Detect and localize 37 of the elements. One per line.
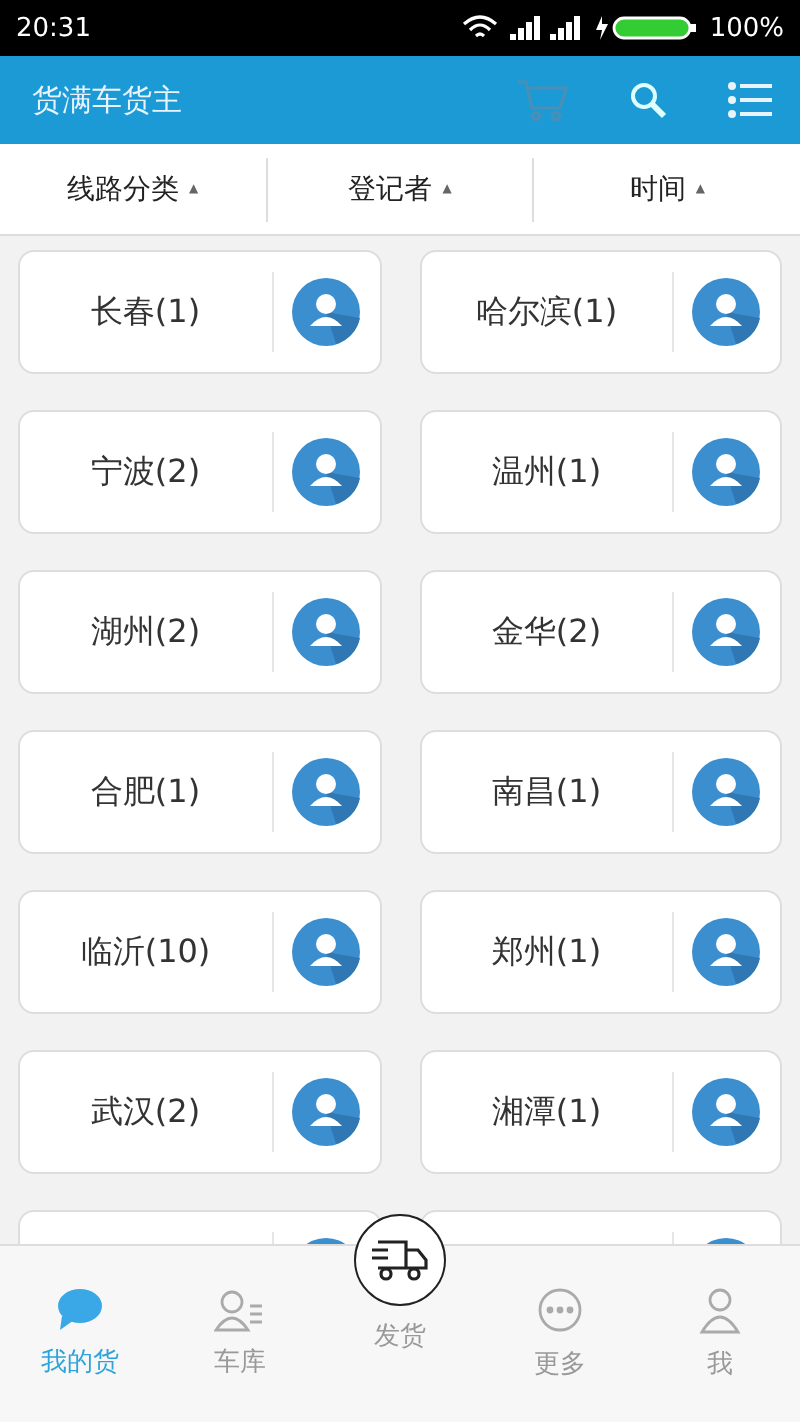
avatar-icon	[291, 1078, 359, 1146]
route-card[interactable]: 武汉(2)	[18, 1050, 381, 1174]
search-button[interactable]	[628, 80, 668, 120]
route-card[interactable]: 哈尔滨(1)	[419, 250, 782, 374]
route-card[interactable]: 金华(2)	[419, 570, 782, 694]
route-card[interactable]: 合肥(1)	[18, 730, 381, 854]
clock: 20:31	[16, 13, 91, 43]
cart-button[interactable]	[516, 78, 568, 122]
avatar-icon	[291, 438, 359, 506]
avatar-icon	[291, 918, 359, 986]
avatar-icon	[291, 598, 359, 666]
avatar-icon	[291, 758, 359, 826]
route-card[interactable]: 湖州(2)	[18, 570, 381, 694]
contacts-icon	[214, 1288, 266, 1332]
route-card[interactable]: 湘潭(1)	[419, 1050, 782, 1174]
avatar-icon	[291, 278, 359, 346]
battery-level: 100%	[709, 13, 784, 43]
avatar-icon	[692, 598, 760, 666]
menu-button[interactable]	[728, 80, 772, 120]
route-card[interactable]: 南昌(1)	[419, 730, 782, 854]
wifi-icon	[461, 14, 498, 42]
avatar-icon	[692, 918, 760, 986]
route-card[interactable]: 长春(1)	[18, 250, 381, 374]
signal-icon	[509, 16, 582, 40]
chat-icon	[56, 1288, 104, 1332]
avatar-icon	[692, 1078, 760, 1146]
avatar-icon	[692, 438, 760, 506]
avatar-icon	[692, 758, 760, 826]
app-title: 货满车货主	[32, 81, 184, 119]
route-card[interactable]: 宁波(2)	[18, 410, 381, 534]
route-card[interactable]: 临沂(10)	[18, 890, 381, 1014]
battery-icon	[593, 14, 698, 42]
avatar-icon	[692, 278, 760, 346]
route-card[interactable]: 郑州(1)	[419, 890, 782, 1014]
person-icon	[698, 1286, 742, 1334]
more-icon	[536, 1286, 584, 1334]
route-card[interactable]: 温州(1)	[419, 410, 782, 534]
